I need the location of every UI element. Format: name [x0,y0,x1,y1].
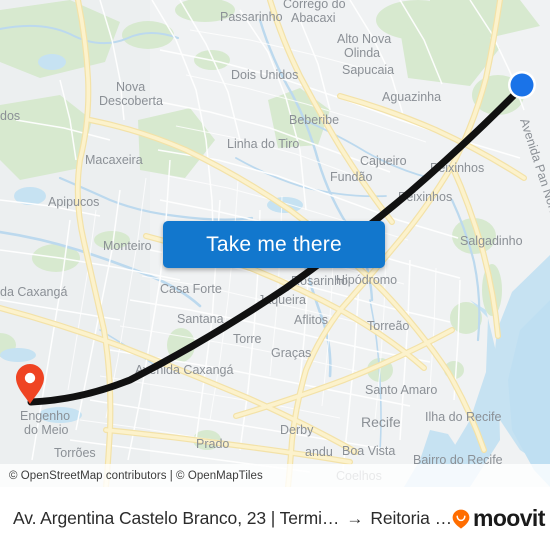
map-label: Olinda [344,46,380,60]
map-label: Aguazinha [382,90,441,104]
map-label: Casa Forte [160,282,222,296]
map-label: Cajueiro [360,154,407,168]
origin-marker[interactable] [15,363,45,405]
map-label: Descoberta [99,94,163,108]
trip-destination-label: Reitoria … [370,508,452,528]
map-label: Córrego do [283,0,346,11]
map-label: Engenho [20,409,70,423]
map-label: Ilha do Recife [425,410,501,424]
take-me-there-button[interactable]: Take me there [163,221,385,268]
arrow-right-icon: → [346,509,364,528]
map-label: Boa Vista [342,444,395,458]
trip-footer: Av. Argentina Castelo Branco, 23 | Termi… [0,487,550,550]
map-label: Aflitos [294,313,328,327]
map-label: Santana [177,312,224,326]
map-label: Salgadinho [460,234,523,248]
map-label: Macaxeira [85,153,143,167]
map-label: Dois Unidos [231,68,298,82]
map-label: Alto Nova [337,32,391,46]
map-label: Derby [280,423,314,437]
take-me-there-label: Take me there [206,232,342,256]
moovit-wordmark: moovit [472,505,545,531]
map-label: Fundão [330,170,372,184]
map-label: Abacaxi [291,11,335,25]
map-label: Torrões [54,446,96,460]
map-label: Torre [233,332,262,346]
map-attribution: © OpenStreetMap contributors | © OpenMap… [0,464,550,487]
map-label: Linha do Tiro [227,137,299,151]
destination-marker[interactable] [507,70,537,100]
map-label: Nova [116,80,145,94]
moovit-logo[interactable]: moovit [452,507,545,530]
map-label: Graças [271,346,311,360]
map-label: Santo Amaro [365,383,437,397]
attribution-text: © OpenStreetMap contributors | © OpenMap… [9,469,263,482]
map-label: Passarinho [220,10,283,24]
map-label: do Meio [24,423,69,437]
map-label: Monteiro [103,239,152,253]
map-label: da Caxangá [0,285,67,299]
map-label: Sapucaia [342,63,394,77]
map-label: Torreão [367,319,409,333]
moovit-pin-icon [452,509,470,529]
moovit-trip-map-screen: Passarinho Córrego do Abacaxi Alto Nova Olin… [0,0,550,550]
map-label: Apipucos [48,195,99,209]
map-label: Beberibe [289,113,339,127]
trip-origin-label: Av. Argentina Castelo Branco, 23 | Termi… [13,508,340,528]
map-label: Prado [196,437,229,451]
map-label: andu [305,445,333,459]
map-label: dos [0,109,20,123]
map-label: Recife [361,414,401,430]
map-label: Hipódromo [336,273,397,287]
